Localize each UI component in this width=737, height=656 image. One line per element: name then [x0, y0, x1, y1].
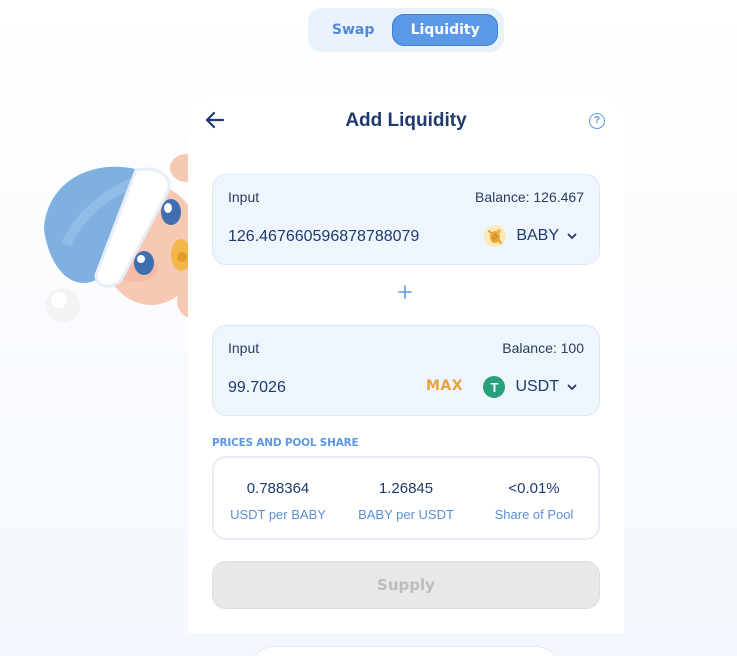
plus-icon	[398, 285, 412, 299]
swap-liquidity-toggle: Swap Liquidity	[308, 8, 504, 52]
token-a-input-panel: Input Balance: 126.467 BABY	[212, 174, 600, 265]
baby-mascot-illustration	[44, 154, 196, 322]
usdt-token-icon: T	[483, 376, 506, 398]
balance-text: Balance: 126.467	[475, 189, 584, 205]
token-a-amount-input[interactable]	[228, 225, 468, 249]
token-a-selector[interactable]: BABY	[484, 224, 577, 248]
balance-text: Balance: 100	[502, 340, 584, 356]
token-b-selector[interactable]: T USDT	[483, 375, 577, 399]
token-b-input-panel: Input Balance: 100 MAX T USDT	[212, 325, 600, 416]
max-button[interactable]: MAX	[426, 378, 463, 394]
input-label: Input	[228, 189, 260, 205]
help-icon[interactable]: ?	[589, 113, 605, 129]
token-b-amount-input[interactable]	[228, 376, 408, 400]
pool-stat-label: BABY per USDT	[358, 507, 454, 522]
pool-stat: 1.26845 BABY per USDT	[342, 458, 470, 538]
tab-liquidity[interactable]: Liquidity	[392, 14, 498, 46]
pool-stat: <0.01% Share of Pool	[470, 458, 598, 538]
card-header: Add Liquidity ?	[188, 96, 624, 148]
input-label: Input	[228, 340, 260, 356]
bottom-card-edge	[250, 646, 560, 656]
token-a-name: BABY	[516, 227, 559, 244]
chevron-down-icon	[567, 384, 577, 390]
pool-stat-label: Share of Pool	[494, 507, 574, 522]
pool-stat-label: USDT per BABY	[230, 507, 326, 522]
add-liquidity-card: Add Liquidity ? Input Balance: 126.467 B…	[188, 96, 624, 633]
page-title: Add Liquidity	[345, 110, 467, 131]
pool-stat-value: 1.26845	[378, 480, 434, 497]
chevron-down-icon	[567, 233, 577, 239]
supply-button[interactable]: Supply	[212, 561, 600, 609]
baby-token-icon	[484, 225, 507, 247]
tab-swap[interactable]: Swap	[314, 14, 392, 46]
pool-stat: 0.788364 USDT per BABY	[214, 458, 342, 538]
pool-stat-value: <0.01%	[508, 480, 560, 497]
token-b-name: USDT	[515, 378, 559, 395]
pool-stat-value: 0.788364	[246, 480, 310, 497]
prices-pool-share-heading: PRICES AND POOL SHARE	[212, 437, 359, 449]
pool-share-box: 0.788364 USDT per BABY 1.26845 BABY per …	[212, 456, 600, 540]
